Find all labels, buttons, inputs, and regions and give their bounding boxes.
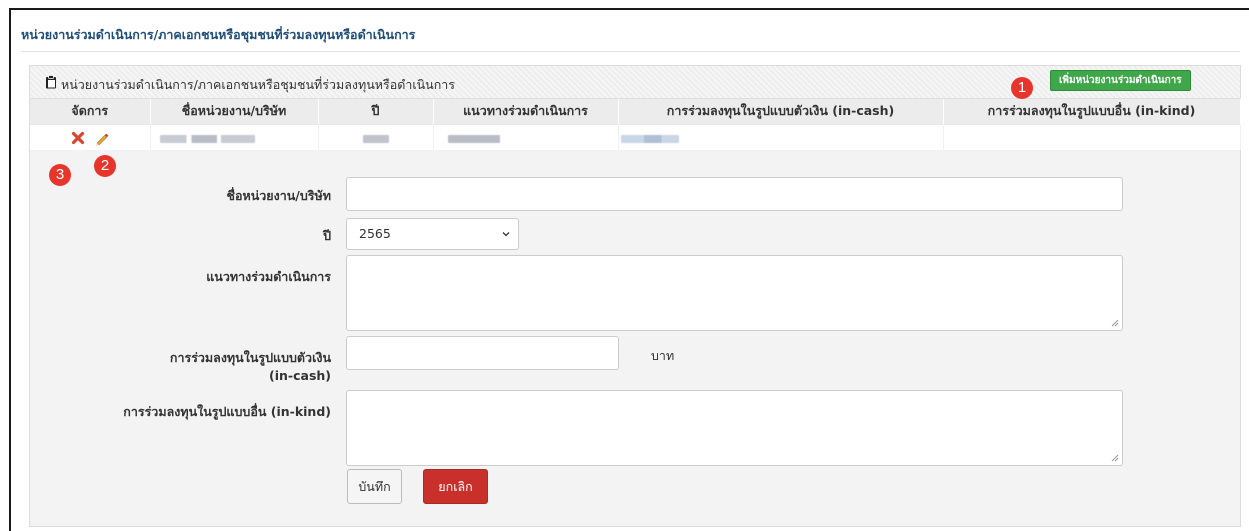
- step-marker-3: 3: [49, 164, 71, 186]
- inkind-label: การร่วมลงทุนในรูปแบบอื่น (in-kind): [123, 404, 331, 419]
- step-marker-1: 1: [1011, 77, 1033, 99]
- panel-title: หน่วยงานร่วมดำเนินการ/ภาคเอกชนหรือชุมชนท…: [61, 77, 456, 92]
- cell-year-redacted: [318, 123, 434, 150]
- table-header-row: จัดการ ชื่อหน่วยงาน/บริษัท ปี แนวทางร่วม…: [30, 99, 1241, 124]
- incash-label-line2: (in-cash): [269, 368, 331, 383]
- cell-incash-redacted: [618, 123, 944, 150]
- resize-grip-icon[interactable]: [1111, 454, 1119, 462]
- cell-company-redacted: [150, 123, 319, 150]
- step-marker-2: 2: [94, 155, 116, 177]
- section-divider: [21, 51, 1240, 52]
- currency-unit-label: บาท: [651, 348, 675, 363]
- redacted-text: [447, 134, 500, 143]
- cancel-button[interactable]: ยกเลิก: [423, 469, 488, 504]
- save-button[interactable]: บันทึก: [347, 469, 402, 504]
- year-select-value: 2565: [359, 226, 391, 241]
- chevron-down-icon: [502, 232, 510, 237]
- column-header-year: ปี: [318, 99, 434, 124]
- column-header-incash: การร่วมลงทุนในรูปแบบตัวเงิน (in-cash): [618, 99, 944, 124]
- company-input[interactable]: [346, 177, 1123, 211]
- incash-input[interactable]: [346, 336, 619, 370]
- redacted-text: [159, 134, 255, 143]
- column-header-inkind: การร่วมลงทุนในรูปแบบอื่น (in-kind): [943, 99, 1241, 124]
- table-row: [30, 123, 1241, 150]
- column-header-company: ชื่อหน่วยงาน/บริษัท: [150, 99, 319, 124]
- redacted-text: [620, 134, 679, 143]
- panel-header: หน่วยงานร่วมดำเนินการ/ภาคเอกชนหรือชุมชนท…: [30, 66, 1240, 99]
- resize-grip-icon[interactable]: [1111, 319, 1119, 327]
- cell-approach-redacted: [433, 123, 619, 150]
- approach-textarea[interactable]: [346, 255, 1123, 331]
- cell-inkind: [943, 123, 1241, 150]
- partners-table: จัดการ ชื่อหน่วยงาน/บริษัท ปี แนวทางร่วม…: [30, 99, 1241, 150]
- row-actions-cell: [30, 123, 151, 150]
- year-select[interactable]: 2565: [346, 218, 519, 250]
- delete-icon[interactable]: [71, 131, 85, 145]
- column-header-approach: แนวทางร่วมดำเนินการ: [433, 99, 619, 124]
- column-header-manage: จัดการ: [30, 99, 151, 124]
- section-title: หน่วยงานร่วมดำเนินการ/ภาคเอกชนหรือชุมชนท…: [21, 27, 416, 42]
- approach-label: แนวทางร่วมดำเนินการ: [206, 269, 331, 284]
- clipboard-icon: [46, 75, 56, 89]
- incash-label-line1: การร่วมลงทุนในรูปแบบตัวเงิน: [169, 350, 331, 365]
- year-label: ปี: [323, 228, 331, 243]
- company-label: ชื่อหน่วยงาน/บริษัท: [226, 188, 331, 203]
- inkind-textarea[interactable]: [346, 390, 1123, 466]
- redacted-text: [362, 134, 389, 143]
- edit-pencil-icon[interactable]: [94, 131, 109, 146]
- add-partner-button[interactable]: เพิ่มหน่วยงานร่วมดำเนินการ: [1050, 70, 1191, 91]
